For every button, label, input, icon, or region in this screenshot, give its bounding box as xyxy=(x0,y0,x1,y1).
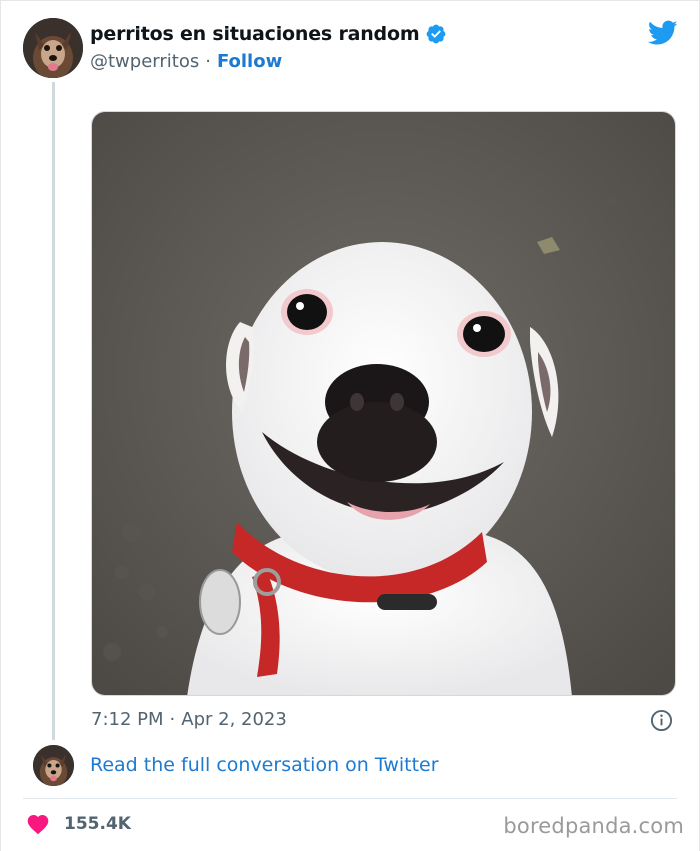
avatar-small-image xyxy=(33,745,74,786)
like-stat[interactable]: 155.4K xyxy=(26,813,131,835)
timestamp-date: Apr 2, 2023 xyxy=(181,709,287,730)
info-icon[interactable] xyxy=(650,709,673,732)
heart-icon xyxy=(27,815,49,835)
card-border-left xyxy=(0,0,1,851)
read-full-conversation-link[interactable]: Read the full conversation on Twitter xyxy=(90,754,439,776)
verified-badge-icon xyxy=(425,23,447,45)
footer-divider xyxy=(23,798,677,799)
tweet-embed-card: perritos en situaciones random @twperrit… xyxy=(0,0,700,851)
card-border-top xyxy=(0,0,700,1)
dog-photo-illustration xyxy=(92,112,675,695)
author-handle[interactable]: @twperritos xyxy=(90,51,199,72)
author-avatar-small[interactable] xyxy=(33,745,74,786)
like-count: 155.4K xyxy=(64,814,131,834)
author-display-name[interactable]: perritos en situaciones random xyxy=(90,23,420,45)
thread-connector-line xyxy=(52,82,55,740)
author-avatar[interactable] xyxy=(23,18,83,78)
separator-dot: · xyxy=(205,51,211,72)
tweet-timestamp[interactable]: 7:12 PM · Apr 2, 2023 xyxy=(91,709,287,730)
author-name-row: perritos en situaciones random xyxy=(90,23,447,45)
timestamp-time: 7:12 PM xyxy=(91,709,164,730)
twitter-bird-icon[interactable] xyxy=(647,20,678,46)
tweet-photo-smiling-dog[interactable] xyxy=(91,111,676,696)
boredpanda-watermark: boredpanda.com xyxy=(503,814,684,838)
follow-button[interactable]: Follow xyxy=(217,51,282,72)
avatar-image xyxy=(23,18,83,78)
timestamp-separator: · xyxy=(169,709,176,730)
author-handle-row: @twperritos · Follow xyxy=(90,51,282,72)
